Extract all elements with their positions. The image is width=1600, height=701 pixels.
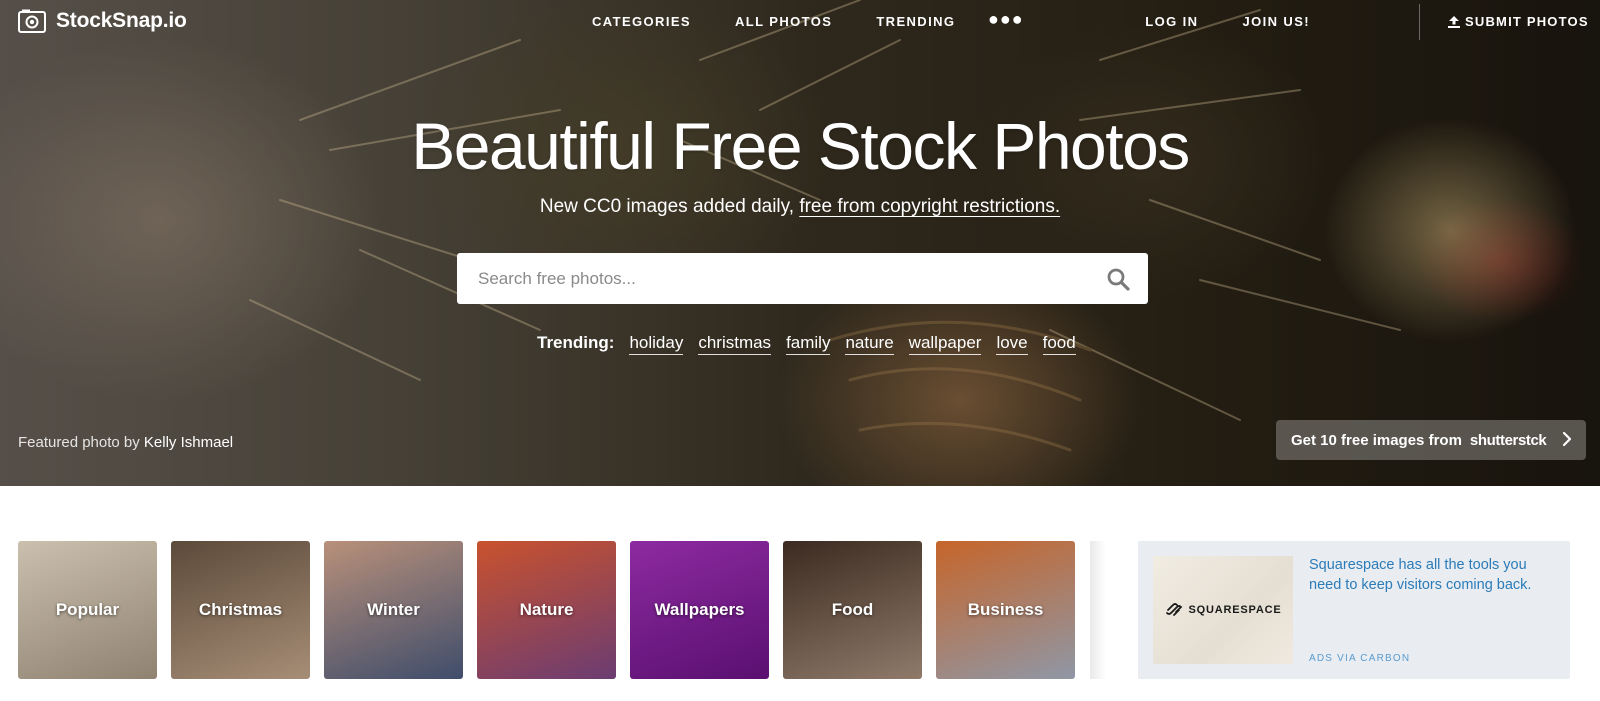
trending-tags: Trending: holiday christmas family natur… <box>537 333 1076 355</box>
nav-divider <box>1419 4 1420 40</box>
shutterstock-promo-button[interactable]: Get 10 free images from shutterstck <box>1276 420 1586 460</box>
category-label: Food <box>831 600 874 619</box>
hero-title: Beautiful Free Stock Photos <box>411 109 1190 183</box>
brand-name: StockSnap.io <box>56 9 187 32</box>
promo-text: Get 10 free images from <box>1291 431 1462 449</box>
login-link[interactable]: LOG IN <box>1145 14 1198 29</box>
featured-photo-credit: Featured photo by Kelly Ishmael <box>18 434 233 451</box>
trending-tag-family[interactable]: family <box>786 333 831 355</box>
carbon-ad: SQUARESPACE Squarespace has all the tool… <box>1138 541 1570 679</box>
category-label: Wallpapers <box>654 600 745 619</box>
hero-background-photo <box>249 0 1401 452</box>
ads-via-carbon-link[interactable]: ADS VIA CARBON <box>1309 653 1410 664</box>
trending-tag-wallpaper[interactable]: wallpaper <box>908 333 982 355</box>
category-tile-nature[interactable]: Nature <box>477 541 616 679</box>
more-menu-icon[interactable]: ●●● <box>988 9 1024 30</box>
nav-categories[interactable]: CATEGORIES <box>592 14 691 29</box>
chevron-right-icon <box>1562 431 1572 447</box>
search-bar <box>457 253 1148 304</box>
camera-icon <box>18 9 46 33</box>
category-label: Business <box>967 600 1044 619</box>
category-label: Nature <box>519 600 574 619</box>
join-link[interactable]: JOIN US! <box>1242 14 1310 29</box>
category-tile-winter[interactable]: Winter <box>324 541 463 679</box>
ad-image[interactable]: SQUARESPACE <box>1153 556 1293 664</box>
search-input[interactable] <box>457 253 1077 304</box>
trending-tag-love[interactable]: love <box>996 333 1028 355</box>
featured-author-link[interactable]: Kelly Ishmael <box>144 434 233 451</box>
copyright-link[interactable]: free from copyright restrictions. <box>799 196 1060 217</box>
hero-banner <box>0 0 1600 486</box>
trending-tag-christmas[interactable]: christmas <box>698 333 772 355</box>
top-navigation: StockSnap.io CATEGORIES ALL PHOTOS TREND… <box>0 0 1600 44</box>
upload-icon <box>1448 15 1460 28</box>
brand-logo[interactable]: StockSnap.io <box>18 9 187 33</box>
shutterstock-logo: shutterstck <box>1469 431 1547 449</box>
tiles-scroll-fade <box>1090 541 1106 679</box>
submit-photos-button[interactable]: SUBMIT PHOTOS <box>1448 14 1589 29</box>
search-icon[interactable] <box>1106 267 1130 291</box>
category-label: Winter <box>367 600 420 619</box>
trending-tag-nature[interactable]: nature <box>845 333 894 355</box>
hero-subtitle-text: New CC0 images added daily, <box>539 196 800 217</box>
category-tile-popular[interactable]: Popular <box>18 541 157 679</box>
category-label: Popular <box>55 600 120 619</box>
trending-tag-food[interactable]: food <box>1042 333 1076 355</box>
category-label: Christmas <box>198 600 283 619</box>
ad-copy-link[interactable]: Squarespace has all the tools you need t… <box>1309 555 1554 595</box>
nav-all-photos[interactable]: ALL PHOTOS <box>735 14 832 29</box>
trending-label: Trending: <box>537 333 615 352</box>
primary-nav: CATEGORIES ALL PHOTOS TRENDING <box>592 14 955 29</box>
squarespace-logo-icon <box>1165 603 1182 616</box>
nav-trending[interactable]: TRENDING <box>876 14 955 29</box>
category-tile-christmas[interactable]: Christmas <box>171 541 310 679</box>
submit-photos-label: SUBMIT PHOTOS <box>1465 14 1589 29</box>
featured-prefix: Featured photo by <box>18 434 144 451</box>
squarespace-wordmark: SQUARESPACE <box>1188 604 1282 616</box>
category-tile-business[interactable]: Business <box>936 541 1075 679</box>
hero-subtitle: New CC0 images added daily, free from co… <box>0 196 1600 218</box>
category-tile-wallpapers[interactable]: Wallpapers <box>630 541 769 679</box>
trending-tag-holiday[interactable]: holiday <box>629 333 684 355</box>
account-nav: LOG IN JOIN US! <box>1145 14 1310 29</box>
category-tile-food[interactable]: Food <box>783 541 922 679</box>
